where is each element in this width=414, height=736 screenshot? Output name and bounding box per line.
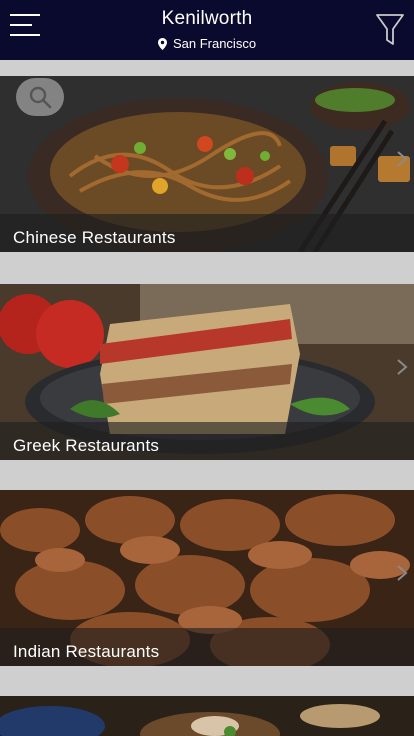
page-title: Kenilworth <box>161 8 253 29</box>
food-image <box>0 696 414 736</box>
category-label: Chinese Restaurants <box>0 214 414 252</box>
location-label: San Francisco <box>172 36 257 51</box>
location-pin-icon <box>157 37 167 50</box>
category-card-partial[interactable] <box>0 696 414 736</box>
filter-icon[interactable] <box>376 13 404 47</box>
header-title-group: Kenilworth San Francisco <box>0 8 414 51</box>
category-label: Indian Restaurants <box>0 628 414 666</box>
search-button[interactable] <box>16 78 64 116</box>
chevron-right-icon <box>397 359 408 375</box>
chevron-right-icon <box>397 151 408 167</box>
chevron-right-icon <box>397 565 408 581</box>
category-label: Greek Restaurants <box>0 422 414 460</box>
location-line[interactable]: San Francisco <box>0 36 414 51</box>
search-icon <box>29 86 52 109</box>
category-card-greek[interactable]: Greek Restaurants <box>0 284 414 460</box>
category-card-indian[interactable]: Indian Restaurants <box>0 490 414 666</box>
category-card-chinese[interactable]: Chinese Restaurants <box>0 76 414 252</box>
app-header: Kenilworth San Francisco <box>0 0 414 60</box>
